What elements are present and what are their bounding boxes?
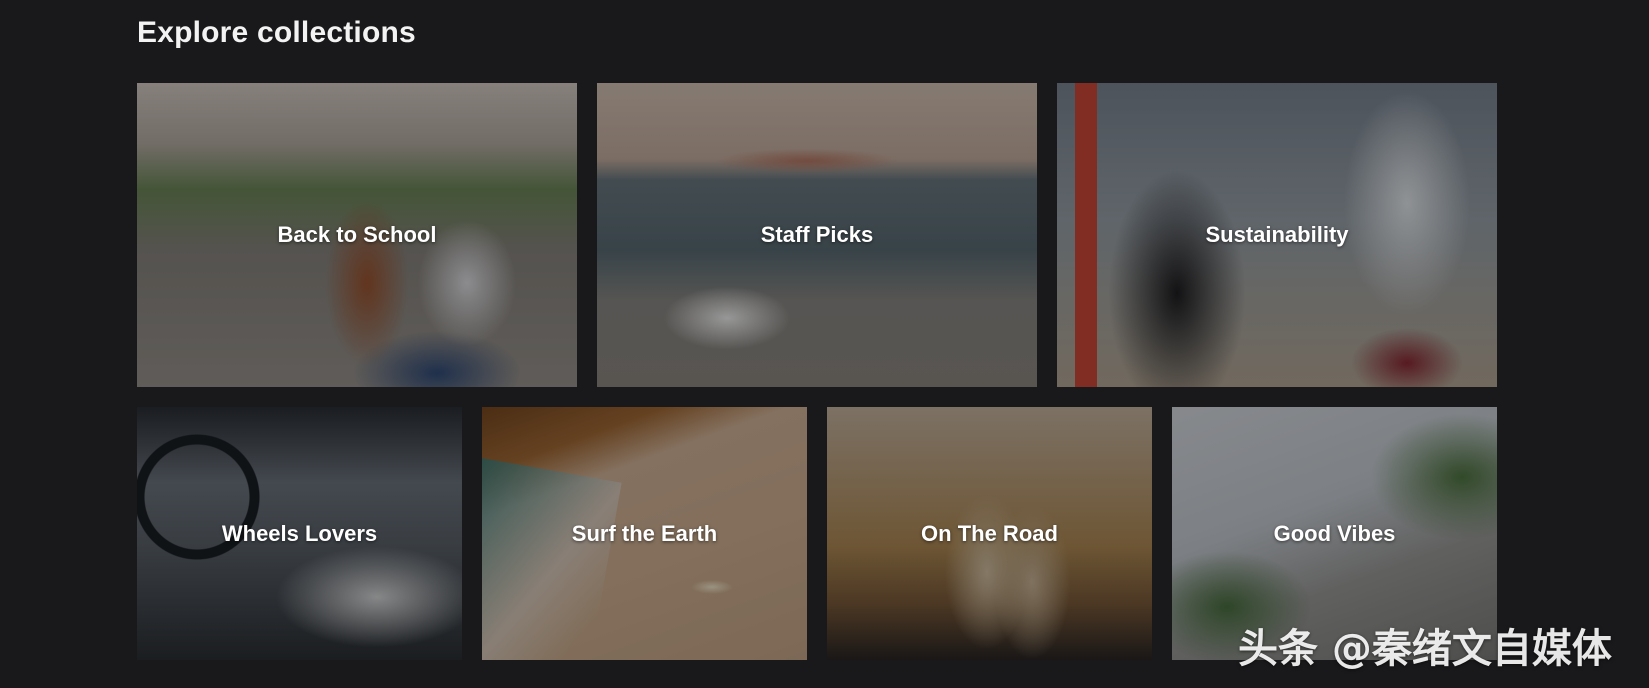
collection-card-staff-picks[interactable]: Staff Picks: [597, 83, 1037, 387]
collection-label: Surf the Earth: [571, 520, 718, 546]
collection-label: Sustainability: [1205, 222, 1349, 247]
collection-card-wheels-lovers[interactable]: Wheels Lovers: [137, 407, 462, 660]
collection-label: On The Road: [921, 520, 1058, 546]
collection-label: Back to School: [277, 222, 437, 247]
collection-card-on-the-road[interactable]: On The Road: [827, 407, 1152, 660]
collection-label: Wheels Lovers: [221, 520, 378, 546]
collection-label: Good Vibes: [1273, 520, 1396, 546]
collection-card-sustainability[interactable]: Sustainability: [1057, 83, 1497, 387]
page-title: Explore collections: [137, 16, 416, 49]
watermark-text: 头条 @秦绪文自媒体: [1238, 626, 1612, 672]
collection-label: Staff Picks: [760, 222, 874, 247]
collection-card-back-to-school[interactable]: Back to School: [137, 83, 577, 387]
explore-collections-page: Explore collections Back to School Staff…: [0, 0, 1649, 688]
collection-card-surf-the-earth[interactable]: Surf the Earth: [482, 407, 807, 660]
